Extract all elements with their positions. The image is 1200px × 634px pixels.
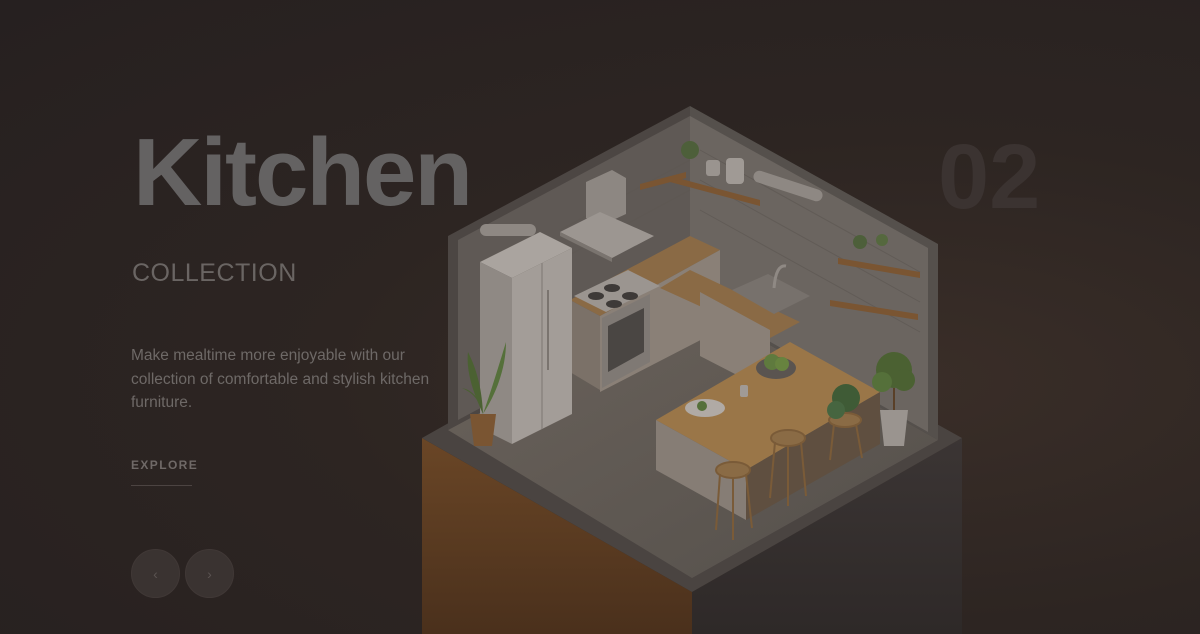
kitchen-illustration [422, 106, 962, 634]
explore-link[interactable]: EXPLORE [131, 458, 197, 486]
collection-subtitle: COLLECTION [132, 259, 297, 287]
collection-description: Make mealtime more enjoyable with our co… [131, 347, 430, 411]
hero-slide: 02 Kitchen COLLECTION Make mealtime more… [0, 0, 1200, 634]
prev-slide-button[interactable]: ‹ [131, 549, 180, 598]
chevron-right-icon: › [207, 565, 212, 582]
page-title: Kitchen [133, 119, 473, 226]
chevron-left-icon: ‹ [153, 565, 158, 582]
next-slide-button[interactable]: › [185, 549, 234, 598]
